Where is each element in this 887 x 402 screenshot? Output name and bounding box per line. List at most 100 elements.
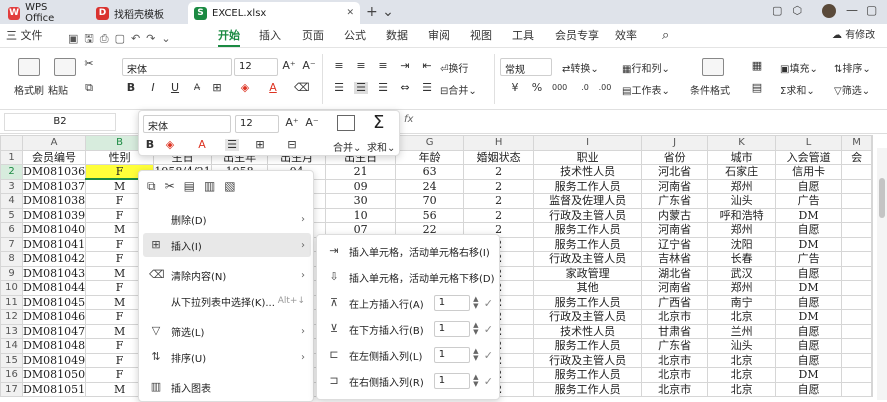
- mini-merge-label[interactable]: 合并⌄: [333, 139, 361, 154]
- row-above-count[interactable]: 1: [433, 295, 470, 311]
- strikethrough-icon[interactable]: A̶: [190, 82, 204, 94]
- row-header[interactable]: 15: [0, 352, 23, 368]
- cell[interactable]: [871, 164, 874, 180]
- cell[interactable]: 30: [325, 193, 397, 209]
- cell[interactable]: 城市: [707, 149, 777, 165]
- cell[interactable]: 甘肃省: [641, 323, 709, 339]
- cell[interactable]: [871, 280, 874, 296]
- mini-merge-small-icon[interactable]: ⊟: [285, 139, 299, 151]
- cell[interactable]: [841, 280, 873, 296]
- cell[interactable]: 2: [463, 178, 535, 194]
- cell[interactable]: 70: [395, 193, 465, 209]
- sum-button[interactable]: Σ求和⌄: [780, 82, 815, 97]
- cell[interactable]: 石家庄: [707, 164, 777, 180]
- cell[interactable]: 63: [395, 164, 465, 180]
- tab-template[interactable]: D 找稻壳模板: [90, 2, 182, 24]
- row-header[interactable]: 13: [0, 323, 23, 339]
- mini-decrease-font-icon[interactable]: A⁻: [305, 117, 319, 129]
- clipboard-icons[interactable]: ⧉✂▤▥▧: [147, 179, 245, 194]
- tab-excel[interactable]: S EXCEL.xlsx ✕: [188, 2, 360, 24]
- mini-bold-button[interactable]: B: [143, 139, 157, 151]
- cell[interactable]: [841, 178, 873, 194]
- column-header[interactable]: K: [707, 135, 777, 151]
- cell[interactable]: 省份: [641, 149, 709, 165]
- cell[interactable]: DM081039: [21, 207, 87, 223]
- tab-insert[interactable]: 插入: [259, 24, 281, 48]
- cell[interactable]: 广东省: [641, 338, 709, 354]
- cell[interactable]: [871, 352, 874, 368]
- cell[interactable]: 自愿: [775, 352, 843, 368]
- cell[interactable]: 长春: [707, 251, 777, 267]
- cell[interactable]: [841, 236, 873, 252]
- cell[interactable]: [841, 381, 873, 397]
- cell[interactable]: 河南省: [641, 222, 709, 238]
- tab-page[interactable]: 页面: [302, 24, 324, 48]
- cell[interactable]: 年龄: [395, 149, 465, 165]
- avatar[interactable]: [822, 4, 836, 18]
- align-right-icon[interactable]: ☰: [376, 82, 390, 94]
- cell[interactable]: 自愿: [775, 323, 843, 339]
- align-top-icon[interactable]: ≡: [332, 60, 346, 72]
- format-painter-icon[interactable]: [18, 58, 40, 76]
- cell[interactable]: 武汉: [707, 265, 777, 281]
- mini-border-icon[interactable]: ⊞: [253, 139, 267, 151]
- row-header[interactable]: 11: [0, 294, 23, 310]
- cell[interactable]: DM: [775, 207, 843, 223]
- cell[interactable]: 辽宁省: [641, 236, 709, 252]
- row-below-count[interactable]: 1: [433, 321, 470, 337]
- cell[interactable]: [841, 294, 873, 310]
- cell[interactable]: DM081049: [21, 352, 87, 368]
- cell[interactable]: 行政及主管人员: [533, 251, 643, 267]
- cell[interactable]: DM081047: [21, 323, 87, 339]
- rows-cols-button[interactable]: ▦行和列⌄: [622, 60, 670, 75]
- paste-icon[interactable]: [54, 58, 76, 76]
- cell[interactable]: DM081045: [21, 294, 87, 310]
- row-header[interactable]: 17: [0, 381, 23, 397]
- align-left-icon[interactable]: ☰: [332, 82, 346, 94]
- cell[interactable]: 会: [841, 149, 873, 165]
- cell[interactable]: [841, 352, 873, 368]
- tab-data[interactable]: 数据: [386, 24, 408, 48]
- name-box[interactable]: B2: [4, 113, 116, 131]
- cell[interactable]: 北京市: [641, 309, 709, 325]
- cell[interactable]: [871, 193, 874, 209]
- cell[interactable]: [871, 367, 874, 383]
- cell[interactable]: 呼和浩特: [707, 207, 777, 223]
- menu-delete[interactable]: 删除(D) ›: [143, 207, 311, 231]
- insert-cells-shift-right[interactable]: ⇥ 插入单元格，活动单元格右移(I): [321, 239, 497, 263]
- cell[interactable]: [871, 265, 874, 281]
- cell[interactable]: 广告: [775, 251, 843, 267]
- row-header[interactable]: 9: [0, 265, 23, 281]
- cell[interactable]: 郑州: [707, 222, 777, 238]
- cell[interactable]: 广东省: [641, 193, 709, 209]
- cell[interactable]: 自愿: [775, 222, 843, 238]
- search-icon[interactable]: ⌕: [662, 24, 669, 48]
- has-changes-status[interactable]: ☁ 有修改: [832, 24, 875, 48]
- cell[interactable]: 服务工作人员: [533, 236, 643, 252]
- menu-pick-from-list[interactable]: 从下拉列表中选择(K)... Alt+↓: [143, 289, 311, 313]
- cell[interactable]: 沈阳: [707, 236, 777, 252]
- cell[interactable]: 信用卡: [775, 164, 843, 180]
- cell[interactable]: DM081044: [21, 280, 87, 296]
- row-header[interactable]: 10: [0, 280, 23, 296]
- fill-button[interactable]: ▣填充⌄: [780, 60, 818, 75]
- menu-clear[interactable]: ⌫ 清除内容(N) ›: [143, 263, 311, 287]
- worksheet-button[interactable]: ▤工作表⌄: [622, 82, 670, 97]
- cell[interactable]: [871, 338, 874, 354]
- underline-button[interactable]: U: [168, 82, 182, 94]
- column-header[interactable]: M: [841, 135, 873, 151]
- insert-row-above[interactable]: ⊼ 在上方插入行(A) 1 ▲ ▼ ✓: [321, 291, 497, 315]
- cell[interactable]: 其他: [533, 280, 643, 296]
- cell[interactable]: [841, 164, 873, 180]
- cell[interactable]: 21: [325, 164, 397, 180]
- cell[interactable]: DM081050: [21, 367, 87, 383]
- check-icon[interactable]: ✓: [484, 323, 493, 336]
- convert-button[interactable]: ⇄转换⌄: [562, 60, 599, 75]
- col-right-count[interactable]: 1: [433, 373, 470, 389]
- menu-sort[interactable]: ⇅ 排序(U) ›: [143, 345, 311, 369]
- cell[interactable]: 河南省: [641, 280, 709, 296]
- stepper-icon[interactable]: ▲ ▼: [472, 296, 480, 310]
- insert-col-left[interactable]: ⊏ 在左侧插入列(L) 1 ▲ ▼ ✓: [321, 343, 497, 367]
- cell[interactable]: 自愿: [775, 294, 843, 310]
- cell[interactable]: [871, 207, 874, 223]
